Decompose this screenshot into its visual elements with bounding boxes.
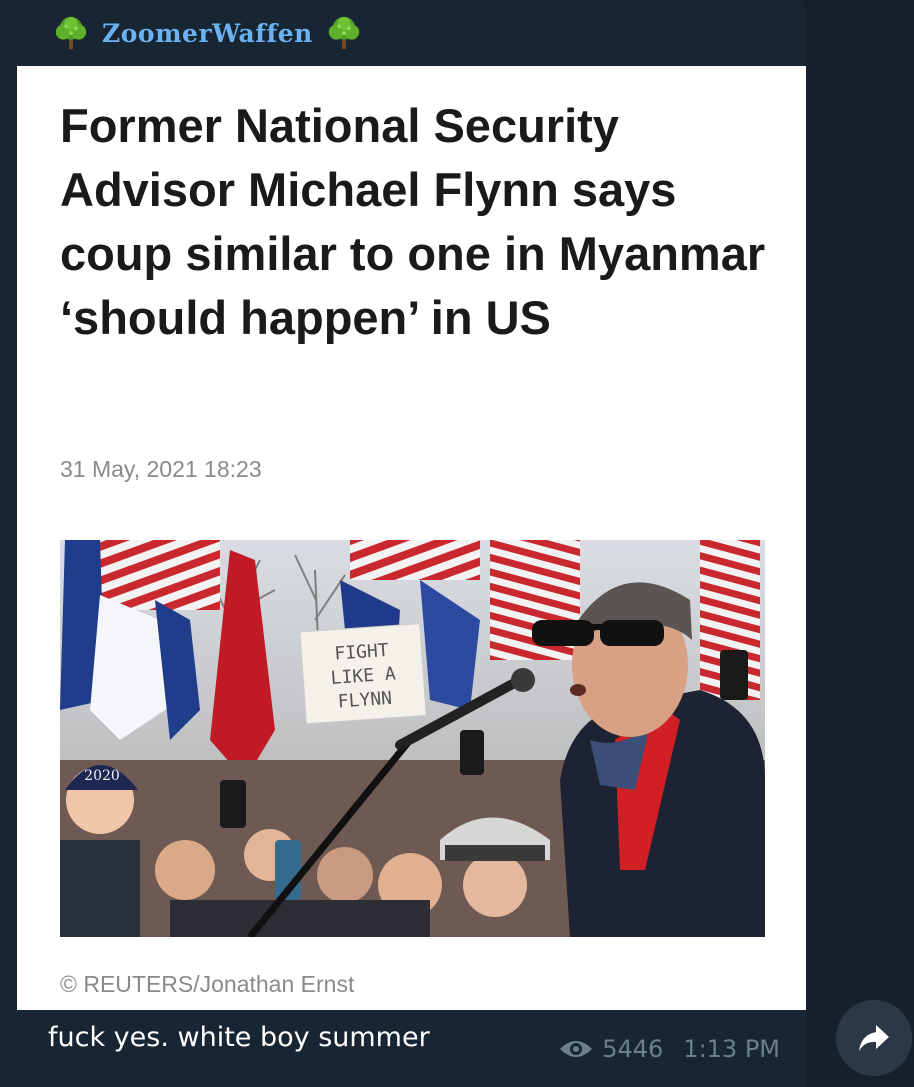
message-bubble[interactable]: ZoomerWaffen Former National Security Ad…	[0, 0, 806, 1087]
message-time: 1:13 PM	[683, 1035, 780, 1063]
forward-arrow-icon	[859, 1025, 889, 1051]
channel-header[interactable]: ZoomerWaffen	[0, 0, 806, 66]
view-count: 5446	[602, 1035, 664, 1063]
article-date: 31 May, 2021 18:23	[60, 456, 262, 482]
rally-photo-illustration: FIGHT LIKE A FLYNN 2020	[60, 540, 765, 937]
article-screenshot[interactable]: Former National Security Advisor Michael…	[17, 66, 806, 1010]
svg-text:FLYNN: FLYNN	[337, 688, 393, 713]
tree-icon	[328, 16, 360, 50]
message-meta: 5446 1:13 PM	[558, 1035, 780, 1063]
svg-text:2020: 2020	[84, 768, 120, 784]
tree-icon	[55, 16, 87, 50]
article-photo: FIGHT LIKE A FLYNN 2020	[60, 540, 765, 937]
svg-text:FIGHT: FIGHT	[334, 640, 390, 665]
photo-credit: © REUTERS/Jonathan Ernst	[60, 971, 355, 997]
channel-name[interactable]: ZoomerWaffen	[102, 19, 313, 48]
telegram-chat-view: ZoomerWaffen Former National Security Ad…	[0, 0, 914, 1087]
forward-button[interactable]	[836, 1000, 912, 1076]
message-caption: fuck yes. white boy summer	[48, 1022, 430, 1053]
article-headline: Former National Security Advisor Michael…	[60, 99, 766, 344]
eye-icon	[560, 1041, 593, 1057]
